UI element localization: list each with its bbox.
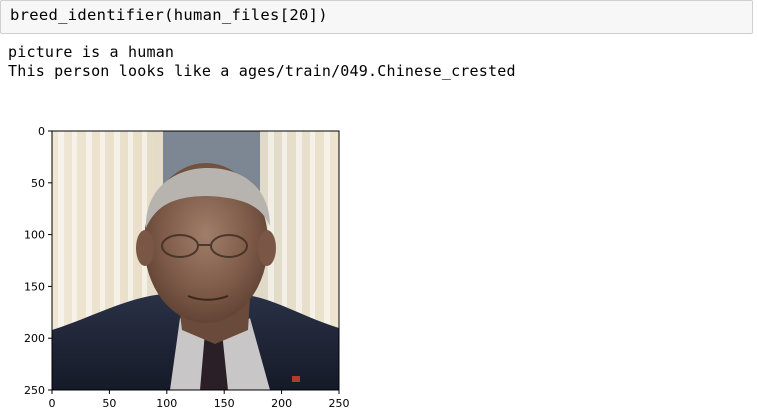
output-line-1: picture is a human xyxy=(8,43,175,61)
cell-output: picture is a human This person looks like… xyxy=(8,43,516,81)
code-cell-input[interactable]: breed_identifier(human_files[20]) xyxy=(0,0,753,34)
code-text: breed_identifier(human_files[20]) xyxy=(10,6,328,24)
y-tick-label: 200 xyxy=(24,332,45,345)
x-tick-label: 0 xyxy=(49,397,56,410)
y-tick-label: 50 xyxy=(31,177,45,190)
image-plot: 0 50 100 150 200 250 0 50 100 150 200 250 xyxy=(24,125,350,410)
y-tick-label: 0 xyxy=(38,125,45,138)
x-tick-label: 50 xyxy=(102,397,116,410)
y-tick-label: 100 xyxy=(24,229,45,242)
y-tick-label: 250 xyxy=(24,384,45,397)
x-tick-label: 250 xyxy=(329,397,350,410)
x-axis: 0 50 100 150 200 250 xyxy=(49,390,350,410)
x-tick-label: 150 xyxy=(214,397,235,410)
portrait-photo xyxy=(52,131,339,390)
y-axis: 0 50 100 150 200 250 xyxy=(24,125,52,397)
x-tick-label: 200 xyxy=(271,397,292,410)
y-tick-label: 150 xyxy=(24,280,45,293)
x-tick-label: 100 xyxy=(156,397,177,410)
output-line-2: This person looks like a ages/train/049.… xyxy=(8,62,516,80)
